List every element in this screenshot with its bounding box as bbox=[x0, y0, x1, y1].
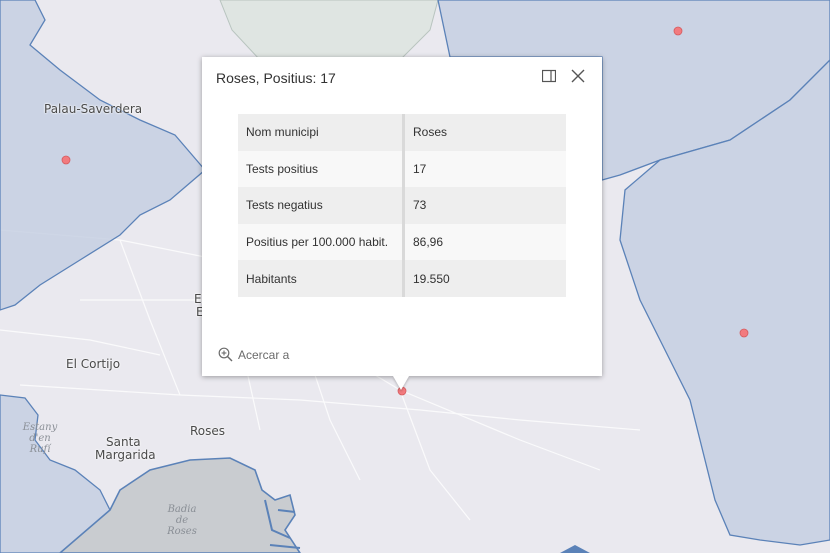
dock-icon[interactable] bbox=[541, 69, 557, 83]
zoom-to-button[interactable]: Acercar a bbox=[218, 347, 289, 362]
table-row: Positius per 100.000 habit. 86,96 bbox=[238, 223, 566, 261]
zoom-to-label: Acercar a bbox=[238, 347, 290, 362]
place-label-el-cortijo: El Cortijo bbox=[66, 357, 121, 371]
close-icon[interactable] bbox=[570, 68, 586, 84]
water-label-badia-de-roses: Badia de Roses bbox=[160, 504, 204, 537]
water-label-line: d'en bbox=[29, 433, 51, 444]
feature-popup: Roses, Positius: 17 Nom municipi Roses T… bbox=[202, 57, 602, 376]
water-label-line: de bbox=[175, 515, 189, 526]
point-marker[interactable] bbox=[739, 328, 749, 338]
table-row: Tests positius 17 bbox=[238, 150, 566, 188]
attribute-key: Tests negatius bbox=[238, 187, 405, 224]
popup-title: Roses, Positius: 17 bbox=[216, 70, 336, 86]
water-label-line: Estany bbox=[22, 422, 58, 433]
attribute-table: Nom municipi Roses Tests positius 17 Tes… bbox=[238, 114, 566, 297]
place-label-roses: Roses bbox=[190, 424, 226, 438]
attribute-key: Positius per 100.000 habit. bbox=[238, 223, 405, 261]
attribute-value: 17 bbox=[403, 150, 566, 188]
popup-pointer bbox=[393, 376, 409, 390]
attribute-key: Nom municipi bbox=[238, 114, 405, 151]
green-area bbox=[219, 0, 439, 61]
attribute-value: 19.550 bbox=[403, 260, 566, 297]
point-marker[interactable] bbox=[61, 155, 71, 165]
water-label-line: Roses bbox=[167, 526, 197, 537]
place-label-palau-saverdera: Palau-Saverdera bbox=[44, 102, 143, 116]
table-row: Habitants 19.550 bbox=[238, 260, 566, 297]
place-label-santa: Santa bbox=[106, 435, 141, 449]
zoom-in-icon bbox=[218, 347, 233, 362]
point-marker[interactable] bbox=[673, 26, 683, 36]
table-row: Tests negatius 73 bbox=[238, 187, 566, 224]
attribute-key: Habitants bbox=[238, 260, 405, 297]
attribute-value: 86,96 bbox=[403, 223, 566, 261]
attribute-value: Roses bbox=[403, 114, 566, 151]
water-label-estany-den-rufi: Estany d'en Rufí bbox=[20, 422, 60, 455]
table-row: Nom municipi Roses bbox=[238, 114, 566, 151]
water-label-line: Rufí bbox=[29, 444, 51, 455]
attribute-value: 73 bbox=[403, 187, 566, 224]
water-label-line: Badia bbox=[167, 504, 197, 515]
place-label-margarida: Margarida bbox=[95, 448, 156, 462]
attribute-key: Tests positius bbox=[238, 150, 405, 188]
